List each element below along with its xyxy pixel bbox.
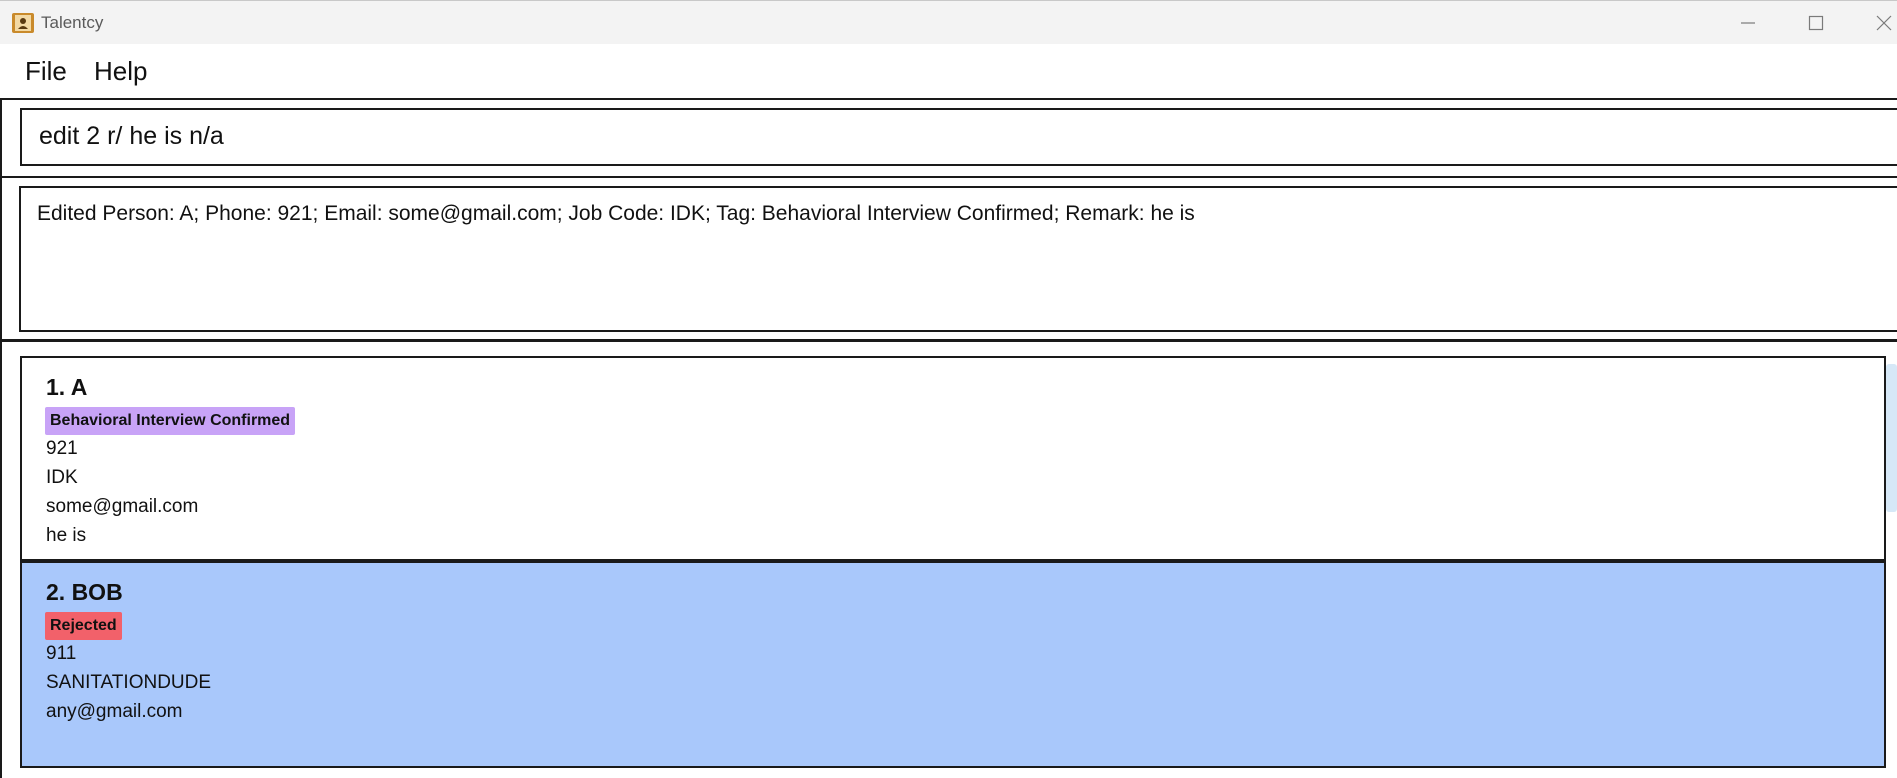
- person-email: any@gmail.com: [46, 701, 183, 722]
- minimize-icon: [1741, 22, 1755, 24]
- contacts-book-icon: [12, 13, 34, 33]
- person-phone: 921: [46, 438, 78, 459]
- command-box-region: edit 2 r/ he is n/a: [0, 98, 1897, 176]
- person-phone: 911: [46, 643, 77, 664]
- command-input[interactable]: edit 2 r/ he is n/a: [20, 108, 1897, 166]
- close-icon: [1876, 15, 1892, 31]
- person-email: some@gmail.com: [46, 496, 199, 517]
- tag-badge: Behavioral Interview Confirmed: [45, 407, 296, 435]
- result-message: Edited Person: A; Phone: 921; Email: som…: [37, 202, 1195, 225]
- tag-badge: Rejected: [45, 612, 122, 640]
- person-job-code: SANITATIONDUDE: [46, 672, 212, 693]
- close-button[interactable]: [1850, 1, 1897, 45]
- maximize-icon: [1808, 15, 1824, 31]
- person-card-1[interactable]: 1. A Behavioral Interview Confirmed 921 …: [20, 356, 1886, 561]
- menu-help[interactable]: Help: [94, 56, 147, 87]
- minimize-button[interactable]: [1712, 1, 1782, 45]
- person-list: 1. A Behavioral Interview Confirmed 921 …: [0, 342, 1897, 778]
- person-card-2[interactable]: 2. BOB Rejected 911 SANITATIONDUDE any@g…: [20, 561, 1886, 768]
- list-scrollbar[interactable]: [1886, 364, 1897, 512]
- result-display[interactable]: Edited Person: A; Phone: 921; Email: som…: [19, 186, 1897, 332]
- result-display-region: Edited Person: A; Phone: 921; Email: som…: [0, 176, 1897, 342]
- menu-bar: File Help: [0, 44, 1897, 98]
- maximize-button[interactable]: [1781, 1, 1851, 45]
- command-input-text[interactable]: edit 2 r/ he is n/a: [39, 122, 224, 151]
- person-name: 2. BOB: [46, 579, 123, 605]
- menu-file[interactable]: File: [25, 56, 67, 87]
- person-remark: he is: [46, 525, 87, 546]
- person-job-code: IDK: [46, 467, 78, 488]
- person-name: 1. A: [46, 374, 88, 400]
- title-bar: Talentcy: [0, 0, 1897, 44]
- window-title: Talentcy: [41, 13, 104, 32]
